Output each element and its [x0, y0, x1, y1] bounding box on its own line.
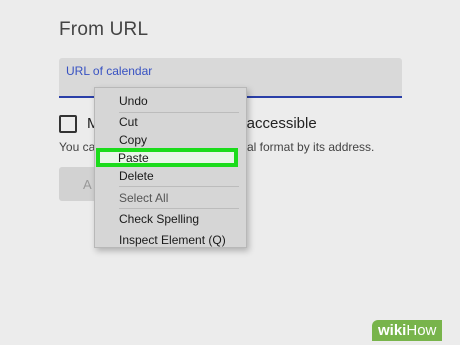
menu-item-select-all[interactable]: Select All — [119, 191, 168, 205]
menu-item-check-spelling[interactable]: Check Spelling — [119, 212, 199, 226]
checkbox-label-end: y accessible — [235, 115, 317, 132]
wikihow-prefix: wiki — [378, 322, 407, 339]
url-input-placeholder: URL of calendar — [66, 64, 153, 78]
context-menu: Undo Cut Copy Delete Select All Check Sp… — [94, 87, 247, 248]
menu-separator — [119, 208, 239, 209]
public-access-checkbox[interactable] — [59, 115, 77, 133]
menu-item-paste[interactable]: Paste — [118, 151, 149, 165]
page-title: From URL — [59, 19, 149, 40]
menu-item-cut[interactable]: Cut — [119, 115, 138, 129]
menu-item-inspect-element[interactable]: Inspect Element (Q) — [119, 233, 226, 247]
menu-separator — [119, 112, 239, 113]
add-button-label: A — [83, 177, 92, 192]
wikihow-logo: wikiHow — [372, 320, 443, 341]
wikihow-suffix: How — [406, 322, 437, 339]
menu-item-copy[interactable]: Copy — [119, 133, 147, 147]
menu-separator — [119, 186, 239, 187]
help-text-start: You ca — [59, 140, 96, 154]
help-text-end: al format by its address. — [247, 140, 375, 154]
menu-item-undo[interactable]: Undo — [119, 94, 148, 108]
menu-item-delete[interactable]: Delete — [119, 169, 154, 183]
menu-item-paste-highlight[interactable]: Paste — [96, 148, 238, 167]
